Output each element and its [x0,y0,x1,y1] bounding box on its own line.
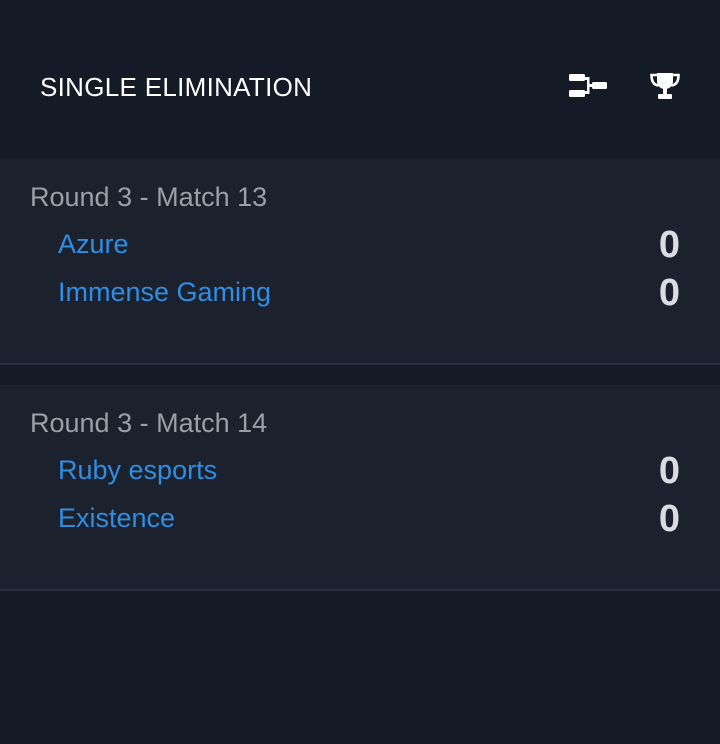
round-label: Round 3 - Match 13 [30,182,268,212]
match-card: Round 3 - Match 13 Azure 0 Immense Gamin… [0,159,720,365]
team-row: Immense Gaming 0 [0,271,720,315]
team-score: 0 [658,450,680,492]
team-row: Ruby esports 0 [0,449,720,493]
trophy-button[interactable] [643,68,687,104]
round-label: Round 3 - Match 14 [30,408,268,438]
team-link[interactable]: Azure [58,227,129,261]
bracket-view-button[interactable] [566,68,610,104]
team-score: 0 [658,272,680,314]
team-link[interactable]: Existence [58,501,175,535]
team-link[interactable]: Immense Gaming [58,275,271,309]
trophy-icon [650,73,680,99]
match-card: Round 3 - Match 14 Ruby esports 0 Existe… [0,385,720,591]
team-score: 0 [658,224,680,266]
team-row: Azure 0 [0,223,720,267]
team-score: 0 [658,498,680,540]
page-title: SINGLE ELIMINATION [40,72,313,102]
team-link[interactable]: Ruby esports [58,453,217,487]
card-divider [0,365,720,385]
bracket-icon [569,74,607,97]
header: SINGLE ELIMINATION [0,0,720,159]
team-row: Existence 0 [0,497,720,541]
